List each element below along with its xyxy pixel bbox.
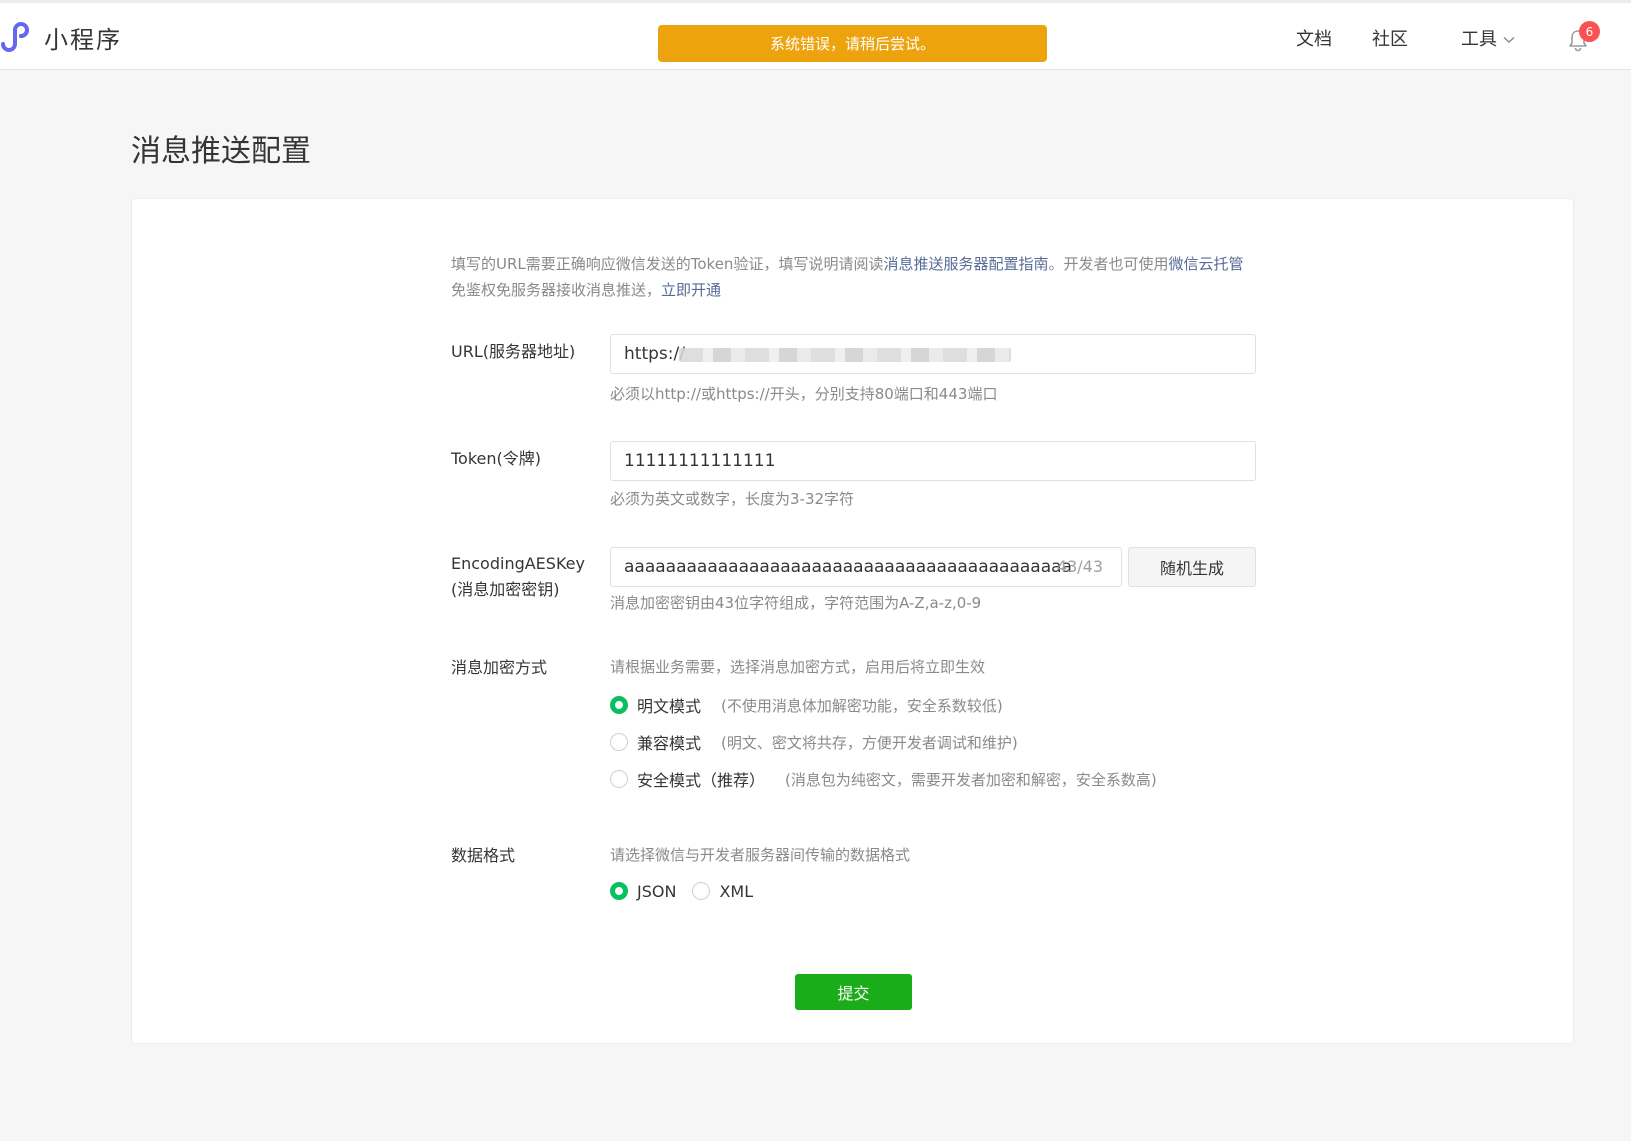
mini-program-logo-icon: [1, 22, 29, 52]
error-toast: 系统错误，请稍后尝试。: [658, 25, 1047, 62]
guide-link[interactable]: 消息推送服务器配置指南: [883, 255, 1048, 273]
format-options: JSON XML: [610, 879, 753, 903]
radio-label: 兼容模式: [637, 734, 702, 753]
radio-label-json[interactable]: JSON: [637, 882, 676, 901]
radio-description: (消息包为纯密文，需要开发者加密和解密，安全系数高): [785, 770, 1157, 789]
url-value: https://: [624, 344, 685, 364]
radio-label: 明文模式: [637, 697, 702, 716]
radio-button[interactable]: [610, 733, 628, 751]
radio-button-checked[interactable]: [610, 696, 628, 714]
random-generate-button[interactable]: 随机生成: [1128, 547, 1256, 587]
url-hint: 必须以http://或https://开头，分别支持80端口和443端口: [610, 385, 998, 403]
notification-badge: 6: [1579, 21, 1600, 42]
nav-community[interactable]: 社区: [1372, 25, 1408, 55]
chevron-down-icon: [1503, 36, 1515, 44]
enable-now-link[interactable]: 立即开通: [661, 281, 721, 299]
intro-part3: 免鉴权免服务器接收消息推送，: [451, 281, 662, 299]
url-redacted: [679, 348, 1011, 362]
token-input[interactable]: 11111111111111: [610, 441, 1256, 481]
aeskey-label-line1: EncodingAESKey: [451, 554, 585, 573]
intro-text: 填写的URL需要正确响应微信发送的Token验证，填写说明请阅读消息推送服务器配…: [451, 251, 1251, 303]
encryption-label: 消息加密方式: [451, 658, 548, 677]
radio-xml[interactable]: [692, 882, 711, 900]
format-hint: 请选择微信与开发者服务器间传输的数据格式: [610, 846, 911, 864]
page-title: 消息推送配置: [131, 134, 311, 169]
nav-tools-label: 工具: [1461, 29, 1497, 50]
token-label: Token(令牌): [451, 449, 542, 468]
radio-json[interactable]: [610, 882, 628, 900]
radio-secure-mode[interactable]: 安全模式（推荐） (消息包为纯密文，需要开发者加密和解密，安全系数高): [610, 767, 1157, 791]
config-card: [131, 198, 1574, 1044]
radio-description: (不使用消息体加解密功能，安全系数较低): [721, 696, 1003, 715]
intro-part2: 。开发者也可使用: [1048, 255, 1169, 273]
radio-label-xml[interactable]: XML: [719, 882, 753, 901]
aeskey-value: aaaaaaaaaaaaaaaaaaaaaaaaaaaaaaaaaaaaaaaa…: [624, 557, 1072, 577]
cloud-hosting-link[interactable]: 微信云托管: [1168, 255, 1243, 273]
top-bar: 小程序 系统错误，请稍后尝试。 文档 社区 工具 6: [0, 0, 1631, 70]
nav-tools[interactable]: 工具: [1461, 25, 1515, 55]
nav-docs[interactable]: 文档: [1296, 25, 1332, 55]
encryption-hint: 请根据业务需要，选择消息加密方式，启用后将立即生效: [610, 658, 986, 676]
submit-button[interactable]: 提交: [795, 974, 912, 1010]
url-input[interactable]: https://: [610, 334, 1256, 374]
radio-button[interactable]: [610, 770, 628, 788]
token-hint: 必须为英文或数字，长度为3-32字符: [610, 490, 855, 508]
aeskey-hint: 消息加密密钥由43位字符组成，字符范围为A-Z,a-z,0-9: [610, 594, 982, 612]
brand-name: 小程序: [44, 25, 122, 54]
url-label: URL(服务器地址): [451, 342, 576, 361]
radio-description: (明文、密文将共存，方便开发者调试和维护): [721, 733, 1018, 752]
brand-logo[interactable]: 小程序: [0, 17, 122, 57]
format-label: 数据格式: [451, 846, 516, 865]
aeskey-input[interactable]: aaaaaaaaaaaaaaaaaaaaaaaaaaaaaaaaaaaaaaaa…: [610, 547, 1122, 587]
radio-label: 安全模式（推荐）: [637, 771, 766, 790]
intro-part1: 填写的URL需要正确响应微信发送的Token验证，填写说明请阅读: [451, 255, 884, 273]
radio-compatible-mode[interactable]: 兼容模式 (明文、密文将共存，方便开发者调试和维护): [610, 730, 1018, 754]
aeskey-counter: 43/43: [1056, 557, 1103, 576]
aeskey-label-line2: (消息加密密钥): [451, 580, 560, 599]
radio-plaintext-mode[interactable]: 明文模式 (不使用消息体加解密功能，安全系数较低): [610, 693, 1003, 717]
